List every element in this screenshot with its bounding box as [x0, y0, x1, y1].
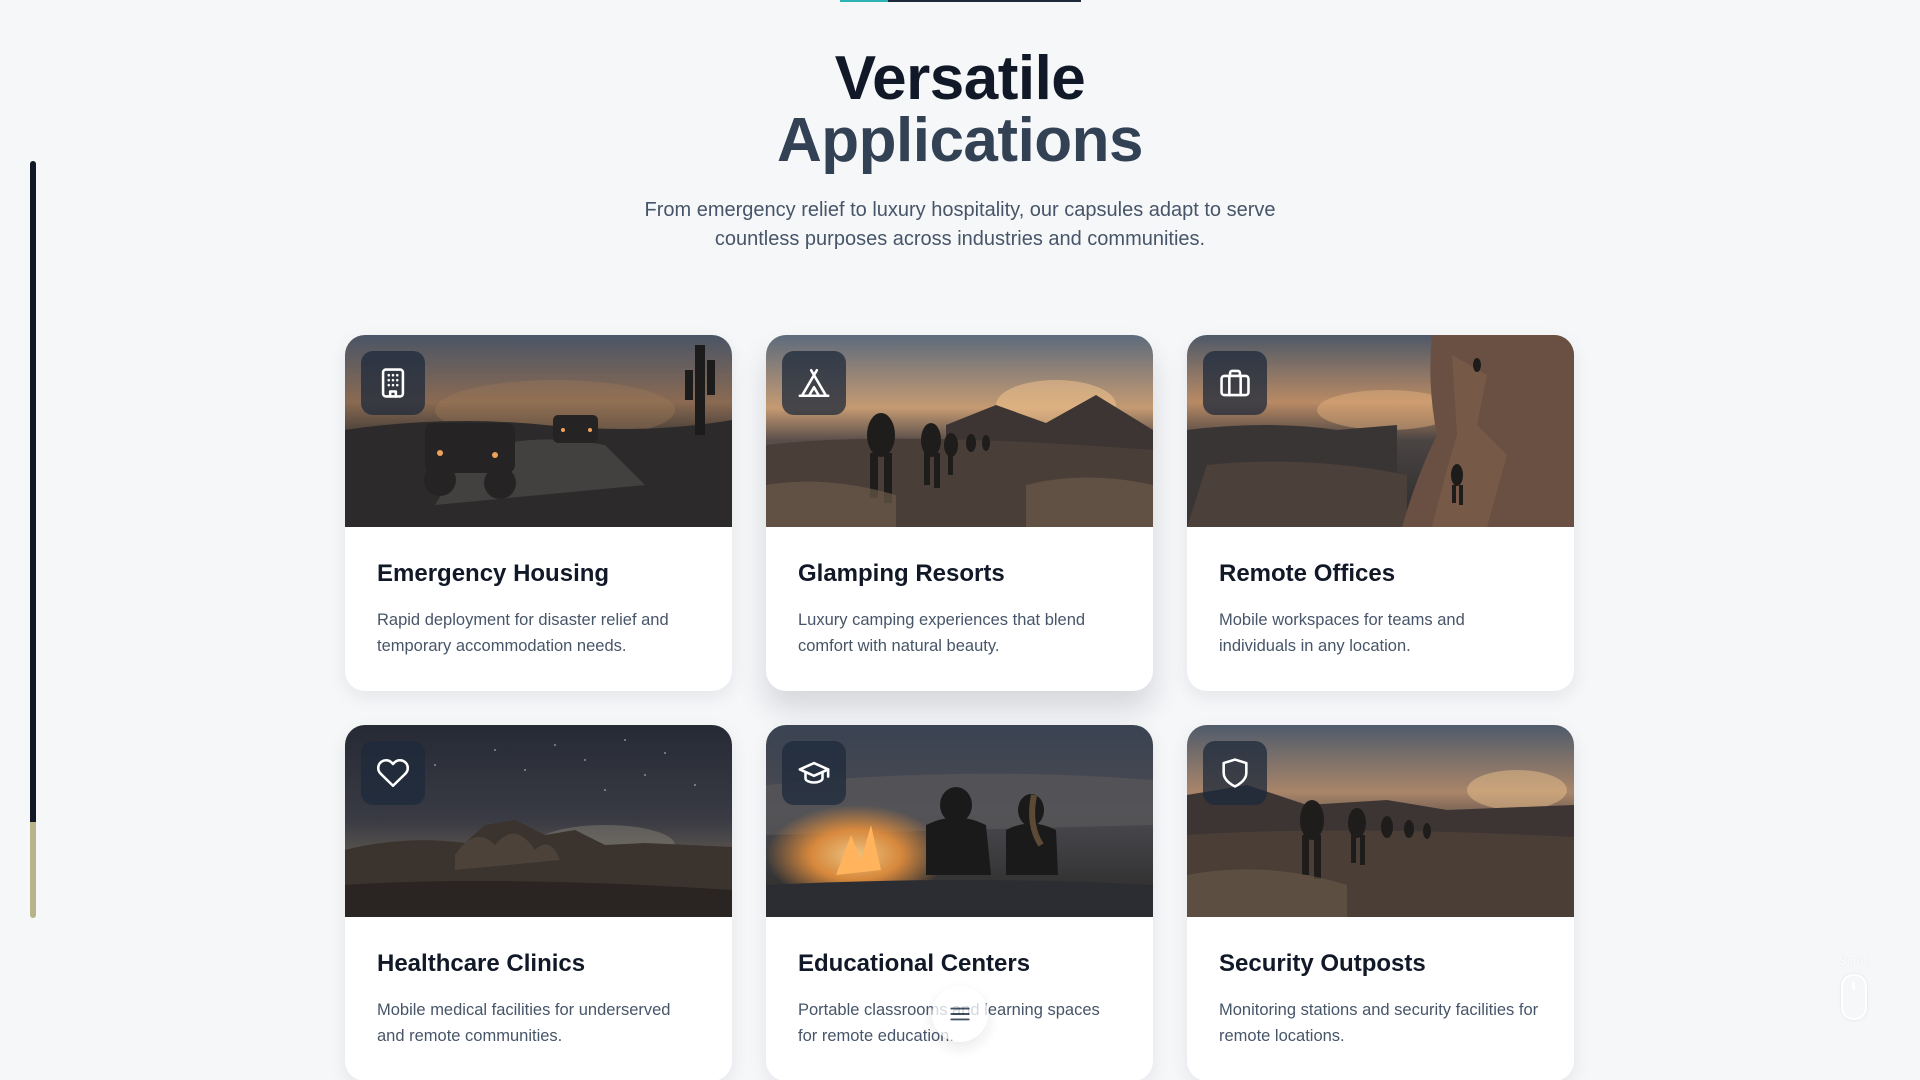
building-icon [361, 351, 425, 415]
application-card-security-outposts[interactable]: Security Outposts Monitoring stations an… [1187, 725, 1574, 1080]
section-subtitle: From emergency relief to luxury hospital… [644, 199, 1276, 250]
tent-icon [782, 351, 846, 415]
briefcase-icon [1203, 351, 1267, 415]
card-title: Remote Offices [1219, 560, 1396, 587]
scroll-progress-fill [30, 161, 36, 822]
card-title: Glamping Resorts [798, 560, 1005, 587]
application-card-emergency-housing[interactable]: Emergency Housing Rapid deployment for d… [345, 335, 732, 691]
card-image [1187, 725, 1574, 917]
scroll-label: Scroll [1838, 954, 1869, 968]
card-image [345, 335, 732, 527]
card-title: Emergency Housing [377, 560, 610, 587]
card-title: Healthcare Clinics [377, 950, 586, 977]
applications-grid: Emergency Housing Rapid deployment for d… [345, 335, 1575, 1080]
menu-icon [950, 1007, 970, 1021]
card-description: Mobile medical facilities for underserve… [377, 1001, 671, 1045]
scroll-indicator[interactable]: Scroll [1826, 954, 1882, 1025]
card-title: Educational Centers [798, 950, 1031, 977]
card-description: Monitoring stations and security facilit… [1219, 1001, 1539, 1045]
section-title-line2: Applications [776, 106, 1144, 175]
application-card-glamping-resorts[interactable]: Glamping Resorts Luxury camping experien… [766, 335, 1153, 691]
card-description: Mobile workspaces for teams and individu… [1219, 611, 1465, 655]
top-progress-bar [840, 0, 1081, 2]
card-description: Luxury camping experiences that blend co… [798, 611, 1086, 655]
section-title: Versatile Applications [0, 48, 1920, 172]
section-title-line1: Versatile [834, 44, 1086, 113]
menu-button[interactable] [932, 986, 988, 1042]
scroll-progress-rail[interactable] [30, 161, 36, 918]
top-progress-accent [840, 0, 888, 2]
page: Versatile Applications From emergency re… [0, 0, 1920, 1080]
application-card-healthcare-clinics[interactable]: Healthcare Clinics Mobile medical facili… [345, 725, 732, 1080]
mouse-icon [1841, 974, 1867, 1020]
card-title: Security Outposts [1219, 950, 1426, 977]
graduation-cap-icon [782, 741, 846, 805]
card-image [345, 725, 732, 917]
card-image [1187, 335, 1574, 527]
mouse-wheel-dot [1852, 982, 1855, 990]
shield-icon [1203, 741, 1267, 805]
card-description: Rapid deployment for disaster relief and… [377, 611, 669, 655]
application-card-remote-offices[interactable]: Remote Offices Mobile workspaces for tea… [1187, 335, 1574, 691]
heart-icon [361, 741, 425, 805]
card-image [766, 335, 1153, 527]
card-image [766, 725, 1153, 917]
